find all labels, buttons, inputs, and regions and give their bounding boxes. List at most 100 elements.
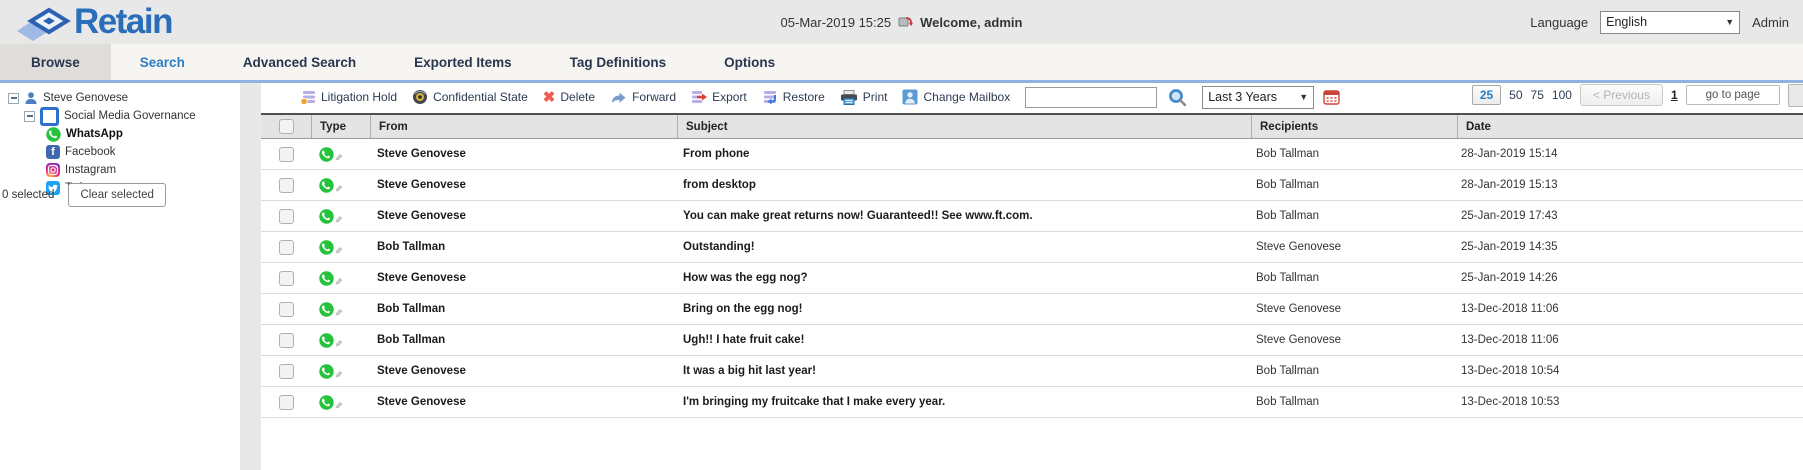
edit-indicator-icon: ✎	[335, 277, 343, 286]
row-subject[interactable]: From phone	[675, 148, 1248, 160]
session-info: 05-Mar-2019 15:25 Welcome, admin	[781, 0, 1023, 44]
tab-exported-items[interactable]: Exported Items	[385, 44, 541, 80]
table-row[interactable]: ✎ Steve Genovese How was the egg nog? Bo…	[261, 263, 1803, 294]
row-subject[interactable]: You can make great returns now! Guarante…	[675, 210, 1248, 222]
row-subject[interactable]: I'm bringing my fruitcake that I make ev…	[675, 396, 1248, 408]
tree-item-instagram[interactable]: Instagram	[46, 162, 240, 178]
column-header-date[interactable]: Date	[1458, 115, 1803, 138]
tab-search[interactable]: Search	[111, 44, 214, 80]
row-checkbox[interactable]	[279, 302, 294, 317]
clear-selected-button[interactable]: Clear selected	[68, 183, 166, 207]
table-row[interactable]: ✎ Steve Genovese I'm bringing my fruitca…	[261, 387, 1803, 418]
tree-item-module[interactable]: Social Media Governance	[24, 108, 240, 124]
next-button[interactable]	[1788, 84, 1803, 107]
row-from: Steve Genovese	[369, 148, 675, 160]
forward-button[interactable]: Forward	[610, 90, 676, 105]
table-row[interactable]: ✎ Steve Genovese You can make great retu…	[261, 201, 1803, 232]
row-checkbox[interactable]	[279, 333, 294, 348]
row-recipients: Bob Tallman	[1248, 148, 1453, 160]
row-checkbox[interactable]	[279, 271, 294, 286]
litigation-hold-button[interactable]: Litigation Hold	[300, 89, 397, 105]
run-search-button[interactable]	[1168, 88, 1187, 107]
tree-item-whatsapp[interactable]: WhatsApp	[46, 126, 240, 142]
page-size-100[interactable]: 100	[1552, 88, 1572, 102]
collapse-toggle-icon[interactable]	[8, 93, 19, 104]
table-row[interactable]: ✎ Steve Genovese from desktop Bob Tallma…	[261, 170, 1803, 201]
row-date: 28-Jan-2019 15:14	[1453, 148, 1803, 160]
row-recipients: Steve Genovese	[1248, 303, 1453, 315]
table-row[interactable]: ✎ Steve Genovese It was a big hit last y…	[261, 356, 1803, 387]
restore-icon	[762, 89, 778, 105]
change-mailbox-label: Change Mailbox	[923, 90, 1010, 104]
delete-button[interactable]: ✖ Delete	[543, 90, 595, 105]
admin-link[interactable]: Admin	[1752, 15, 1789, 30]
export-button[interactable]: Export	[691, 89, 747, 105]
row-date: 13-Dec-2018 10:54	[1453, 365, 1803, 377]
row-subject[interactable]: Ugh!! I hate fruit cake!	[675, 334, 1248, 346]
date-picker-button[interactable]	[1323, 89, 1340, 105]
confidential-state-button[interactable]: Confidential State	[412, 89, 528, 105]
row-checkbox[interactable]	[279, 147, 294, 162]
row-from: Bob Tallman	[369, 303, 675, 315]
row-checkbox[interactable]	[279, 364, 294, 379]
whatsapp-icon	[319, 333, 334, 348]
select-all-checkbox[interactable]	[279, 119, 294, 134]
tab-tag-definitions[interactable]: Tag Definitions	[541, 44, 696, 80]
row-checkbox[interactable]	[279, 240, 294, 255]
whatsapp-icon	[319, 147, 334, 162]
row-checkbox[interactable]	[279, 395, 294, 410]
row-date: 28-Jan-2019 15:13	[1453, 179, 1803, 191]
row-subject[interactable]: How was the egg nog?	[675, 272, 1248, 284]
logout-icon[interactable]	[898, 15, 913, 29]
table-row[interactable]: ✎ Steve Genovese From phone Bob Tallman …	[261, 139, 1803, 170]
collapse-toggle-icon[interactable]	[24, 111, 35, 122]
page-size-25[interactable]: 25	[1472, 85, 1501, 105]
instagram-icon	[46, 163, 60, 177]
print-button[interactable]: Print	[840, 90, 888, 105]
row-subject[interactable]: Bring on the egg nog!	[675, 303, 1248, 315]
column-header-from[interactable]: From	[371, 115, 678, 138]
row-subject[interactable]: Outstanding!	[675, 241, 1248, 253]
table-row[interactable]: ✎ Bob Tallman Ugh!! I hate fruit cake! S…	[261, 325, 1803, 356]
tab-options[interactable]: Options	[695, 44, 804, 80]
tab-advanced-search[interactable]: Advanced Search	[214, 44, 385, 80]
row-date: 25-Jan-2019 14:35	[1453, 241, 1803, 253]
tree-item-user[interactable]: Steve Genovese	[8, 90, 240, 106]
page-size-75[interactable]: 75	[1531, 88, 1544, 102]
language-select[interactable]: English ▼	[1600, 11, 1740, 34]
column-header-recipients[interactable]: Recipients	[1252, 115, 1458, 138]
row-recipients: Bob Tallman	[1248, 396, 1453, 408]
search-input[interactable]	[1025, 87, 1157, 108]
go-to-page-button[interactable]: go to page	[1686, 85, 1780, 105]
row-type-cell: ✎	[311, 240, 369, 255]
date-range-select[interactable]: Last 3 Years ▼	[1202, 86, 1314, 109]
sidebar-splitter[interactable]	[240, 83, 261, 470]
current-page[interactable]: 1	[1671, 88, 1678, 102]
row-checkbox[interactable]	[279, 178, 294, 193]
row-subject[interactable]: It was a big hit last year!	[675, 365, 1248, 377]
page-size-50[interactable]: 50	[1509, 88, 1522, 102]
forward-icon	[610, 90, 627, 105]
row-checkbox[interactable]	[279, 209, 294, 224]
logo-text: Retain	[74, 2, 172, 42]
row-date: 25-Jan-2019 17:43	[1453, 210, 1803, 222]
restore-label: Restore	[783, 90, 825, 104]
module-icon	[40, 107, 59, 126]
table-row[interactable]: ✎ Bob Tallman Outstanding! Steve Genoves…	[261, 232, 1803, 263]
date-range-value: Last 3 Years	[1208, 90, 1277, 104]
restore-button[interactable]: Restore	[762, 89, 825, 105]
tree-item-facebook[interactable]: f Facebook	[46, 144, 240, 160]
language-value: English	[1606, 15, 1647, 29]
column-header-type[interactable]: Type	[312, 115, 371, 138]
edit-indicator-icon: ✎	[335, 401, 343, 410]
tab-browse[interactable]: Browse	[0, 44, 111, 80]
user-icon	[24, 91, 38, 105]
column-header-subject[interactable]: Subject	[678, 115, 1252, 138]
edit-indicator-icon: ✎	[335, 184, 343, 193]
change-mailbox-button[interactable]: Change Mailbox	[902, 89, 1010, 105]
previous-button[interactable]: < Previous	[1580, 84, 1663, 106]
row-type-cell: ✎	[311, 333, 369, 348]
row-subject[interactable]: from desktop	[675, 179, 1248, 191]
message-toolbar: Litigation Hold Confidential State ✖ Del…	[300, 85, 1340, 109]
table-row[interactable]: ✎ Bob Tallman Bring on the egg nog! Stev…	[261, 294, 1803, 325]
